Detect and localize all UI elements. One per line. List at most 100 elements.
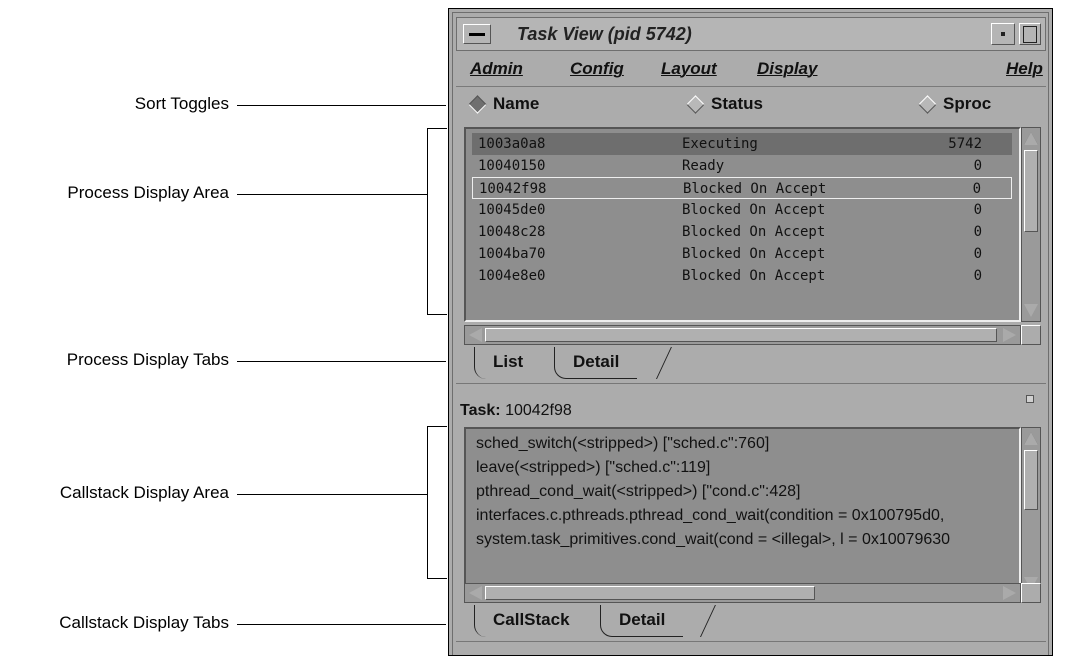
scroll-thumb[interactable] — [1024, 450, 1038, 510]
process-status: Blocked On Accept — [682, 202, 826, 218]
callstack-display-tabs-callout: Callstack Display Tabs — [59, 613, 229, 632]
scroll-down-icon[interactable] — [1024, 304, 1038, 317]
scroll-thumb[interactable] — [485, 328, 997, 342]
menu-config[interactable]: Config — [570, 59, 624, 79]
process-status: Ready — [682, 158, 725, 174]
callstack-display-tabs-callout-line — [237, 624, 446, 625]
process-row[interactable]: 1004e8e0 Blocked On Accept 0 — [472, 265, 1012, 287]
callstack-frame[interactable]: interfaces.c.pthreads.pthread_cond_wait(… — [476, 507, 944, 525]
callstack-display-area[interactable]: sched_switch(<stripped>) ["sched.c":760]… — [464, 427, 1021, 595]
tab-edge — [642, 347, 672, 379]
menu-admin[interactable]: Admin — [470, 59, 523, 79]
pane-sash-handle[interactable] — [1026, 395, 1034, 403]
sort-toggles: Name Status Sproc — [456, 89, 1046, 121]
process-status: Blocked On Accept — [682, 224, 826, 240]
process-display-area-bracket — [427, 128, 428, 315]
window-menu-button[interactable] — [463, 24, 491, 44]
scroll-right-icon[interactable] — [1003, 328, 1016, 342]
process-vertical-scrollbar[interactable] — [1021, 127, 1041, 322]
callstack-frame[interactable]: leave(<stripped>) ["sched.c":119] — [476, 459, 710, 477]
scroll-up-icon[interactable] — [1024, 432, 1038, 445]
maximize-button[interactable] — [1019, 23, 1041, 45]
process-id: 10045de0 — [478, 202, 546, 218]
tab-detail[interactable]: Detail — [554, 347, 638, 379]
callstack-frame[interactable]: pthread_cond_wait(<stripped>) ["cond.c":… — [476, 483, 800, 501]
scroll-corner — [1021, 325, 1041, 345]
scroll-right-icon[interactable] — [1003, 586, 1016, 600]
scroll-up-icon[interactable] — [1024, 132, 1038, 145]
process-sproc: 0 — [973, 202, 982, 218]
callstack-display-area-callout-line — [237, 494, 427, 495]
scroll-left-icon[interactable] — [469, 328, 482, 342]
callstack-horizontal-scrollbar[interactable] — [464, 583, 1021, 603]
window-title: Task View (pid 5742) — [517, 24, 692, 44]
menu-display[interactable]: Display — [757, 59, 817, 79]
sort-toggles-callout: Sort Toggles — [134, 94, 229, 113]
process-display-tabs: List Detail — [456, 347, 1046, 384]
minimize-button[interactable] — [991, 23, 1015, 45]
process-status: Blocked On Accept — [683, 181, 827, 197]
process-id: 1004e8e0 — [478, 268, 546, 284]
callstack-display-tabs: CallStack Detail — [456, 605, 1046, 642]
process-row[interactable]: 1004ba70 Blocked On Accept 0 — [472, 243, 1012, 265]
process-id: 1004ba70 — [478, 246, 546, 262]
callstack-display-area-bracket-top — [427, 426, 447, 427]
process-status: Blocked On Accept — [682, 268, 826, 284]
process-row[interactable]: 10048c28 Blocked On Accept 0 — [472, 221, 1012, 243]
task-field: Task: 10042f98 — [460, 402, 572, 420]
process-row[interactable]: 1003a0a8 Executing 5742 — [472, 133, 1012, 155]
radio-selected-icon — [468, 94, 487, 114]
title-bar[interactable]: Task View (pid 5742) — [456, 17, 1046, 51]
process-id: 10042f98 — [479, 181, 547, 197]
process-display-area-callout: Process Display Area — [67, 183, 229, 202]
scroll-corner — [1021, 583, 1041, 603]
sort-toggle-sproc[interactable]: Sproc — [918, 94, 991, 114]
process-horizontal-scrollbar[interactable] — [464, 325, 1021, 345]
scroll-thumb[interactable] — [485, 586, 815, 600]
sort-toggle-status-label: Status — [711, 94, 763, 113]
process-sproc: 0 — [973, 268, 982, 284]
process-row[interactable]: 10040150 Ready 0 — [472, 155, 1012, 177]
tab-callstack[interactable]: CallStack — [474, 605, 588, 637]
radio-unselected-icon — [686, 94, 705, 114]
process-row[interactable]: 10042f98 Blocked On Accept 0 — [472, 177, 1012, 199]
callstack-display-area-callout: Callstack Display Area — [59, 483, 229, 502]
tab-list[interactable]: List — [474, 347, 542, 379]
process-sproc: 0 — [972, 181, 981, 197]
process-id: 10040150 — [478, 158, 546, 174]
process-display-area-bracket-bottom — [427, 314, 447, 315]
process-row[interactable]: 10045de0 Blocked On Accept 0 — [472, 199, 1012, 221]
menu-help[interactable]: Help — [1006, 59, 1043, 79]
tab-callstack-detail[interactable]: Detail — [600, 605, 684, 637]
process-sproc: 0 — [973, 224, 982, 240]
task-view-window: Task View (pid 5742) Admin Config Layout… — [448, 8, 1053, 656]
scroll-thumb[interactable] — [1024, 150, 1038, 232]
process-sproc: 0 — [973, 246, 982, 262]
sort-toggle-name-label: Name — [493, 94, 540, 113]
callstack-vertical-scrollbar[interactable] — [1021, 427, 1041, 595]
sort-toggle-status[interactable]: Status — [686, 94, 763, 114]
process-sproc: 0 — [973, 158, 982, 174]
process-display-area[interactable]: 1003a0a8 Executing 5742 10040150 Ready 0… — [464, 127, 1021, 322]
process-id: 1003a0a8 — [478, 136, 546, 152]
radio-unselected-icon — [918, 94, 937, 114]
task-value: 10042f98 — [505, 402, 572, 419]
scroll-left-icon[interactable] — [469, 586, 482, 600]
callstack-frame[interactable]: sched_switch(<stripped>) ["sched.c":760] — [476, 435, 769, 453]
callstack-display-area-bracket — [427, 426, 428, 579]
process-id: 10048c28 — [478, 224, 546, 240]
process-display-tabs-callout: Process Display Tabs — [66, 350, 229, 369]
process-display-area-bracket-top — [427, 128, 447, 129]
sort-toggles-callout-line — [237, 105, 446, 106]
callstack-frame[interactable]: system.task_primitives.cond_wait(cond = … — [476, 531, 950, 549]
menu-layout[interactable]: Layout — [661, 59, 717, 79]
task-label: Task: — [460, 402, 501, 419]
callstack-display-area-bracket-bottom — [427, 578, 447, 579]
process-display-tabs-callout-line — [237, 361, 446, 362]
process-status: Blocked On Accept — [682, 246, 826, 262]
process-display-area-callout-line — [237, 194, 427, 195]
process-sproc: 5742 — [948, 136, 982, 152]
menu-bar: Admin Config Layout Display Help — [456, 54, 1046, 87]
process-status: Executing — [682, 136, 758, 152]
sort-toggle-name[interactable]: Name — [468, 94, 539, 114]
